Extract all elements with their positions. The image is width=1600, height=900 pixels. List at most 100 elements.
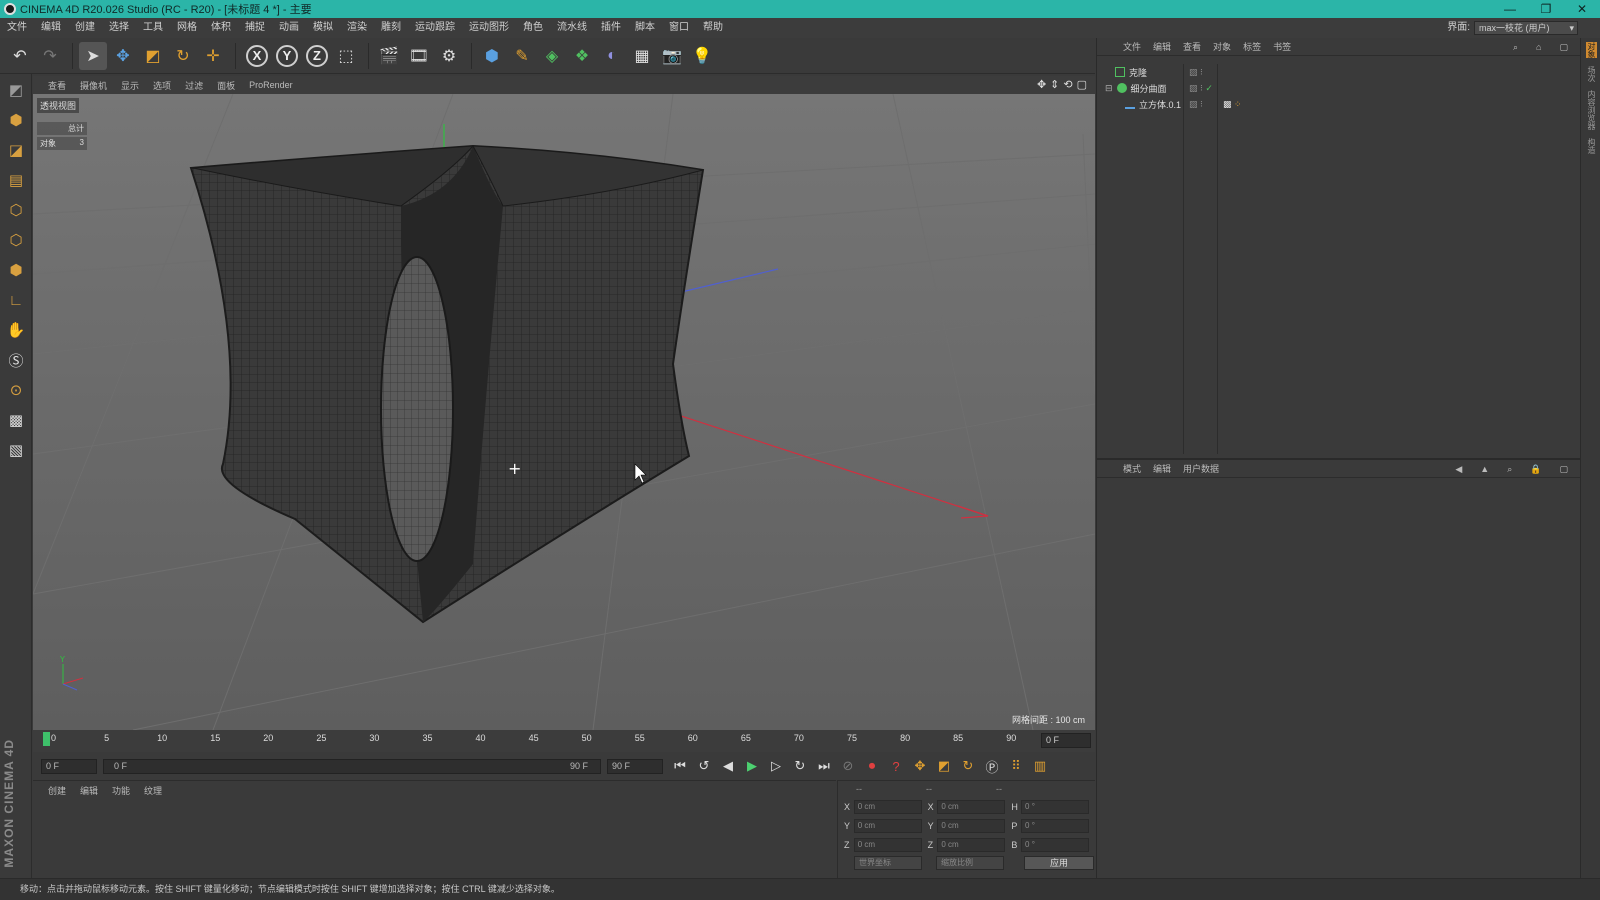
undo-icon[interactable]: ↶ bbox=[6, 42, 34, 70]
key-position-icon[interactable]: ✥ bbox=[909, 755, 931, 777]
tab-structure[interactable]: 构造 bbox=[1586, 138, 1597, 154]
preview-range-slider[interactable]: 0 F 90 F bbox=[103, 758, 601, 774]
go-to-end-icon[interactable]: ⏭ bbox=[813, 755, 835, 777]
current-frame-field[interactable]: 0 F bbox=[1041, 733, 1091, 748]
redo-icon[interactable]: ↷ bbox=[36, 42, 64, 70]
texture-mode-icon[interactable]: ◪ bbox=[2, 136, 30, 164]
floor-icon[interactable]: ▦ bbox=[628, 42, 656, 70]
tab-takes[interactable]: 场次 bbox=[1586, 66, 1597, 82]
menu-select[interactable]: 选择 bbox=[102, 18, 136, 38]
menu-motion-tracker[interactable]: 运动跟踪 bbox=[408, 18, 462, 38]
previous-frame-icon[interactable]: ◀ bbox=[717, 755, 739, 777]
maximize-button[interactable]: ❐ bbox=[1528, 0, 1564, 18]
solo-icon[interactable]: Ⓢ bbox=[2, 346, 30, 374]
minimize-button[interactable]: — bbox=[1492, 0, 1528, 18]
menu-pipeline[interactable]: 流水线 bbox=[550, 18, 594, 38]
tweak-mode-icon[interactable]: ✋ bbox=[2, 316, 30, 344]
mograph-cloner-icon[interactable]: ❖ bbox=[568, 42, 596, 70]
menu-file[interactable]: 文件 bbox=[0, 18, 34, 38]
close-button[interactable]: ✕ bbox=[1564, 0, 1600, 18]
menu-character[interactable]: 角色 bbox=[516, 18, 550, 38]
keyframe-selection-icon[interactable]: ⊘ bbox=[837, 755, 859, 777]
go-to-start-icon[interactable]: ⏮ bbox=[669, 755, 691, 777]
om-menu-view[interactable]: 查看 bbox=[1177, 40, 1207, 53]
om-menu-file[interactable]: 文件 bbox=[1117, 40, 1147, 53]
min-time-field[interactable]: 0 F bbox=[41, 758, 97, 774]
om-menu-tags[interactable]: 标签 bbox=[1237, 40, 1267, 53]
material-menu-create[interactable]: 创建 bbox=[41, 784, 73, 797]
menu-snap[interactable]: 捕捉 bbox=[238, 18, 272, 38]
timeline-window-icon[interactable]: ▥ bbox=[1029, 755, 1051, 777]
record-active-icon[interactable]: ⏺ bbox=[861, 755, 883, 777]
planar-workplane-icon[interactable]: ▧ bbox=[2, 436, 30, 464]
menu-help[interactable]: 帮助 bbox=[696, 18, 730, 38]
coordinate-space-dropdown[interactable]: 世界坐标 bbox=[854, 856, 922, 870]
viewport-menu-options[interactable]: 选项 bbox=[146, 79, 178, 92]
up-arrow-icon[interactable]: ▲ bbox=[1474, 464, 1495, 475]
key-rotation-icon[interactable]: ↻ bbox=[957, 755, 979, 777]
menu-plugins[interactable]: 插件 bbox=[594, 18, 628, 38]
size-y-field[interactable]: 0 cm bbox=[937, 818, 1006, 833]
light-icon[interactable]: 💡 bbox=[688, 42, 716, 70]
timeline-ruler[interactable]: 0 5 10 15 20 25 30 35 40 45 50 55 60 65 70 75 80 85 90 0 F bbox=[33, 730, 1095, 752]
tab-content-browser[interactable]: 内容浏览器 bbox=[1586, 90, 1597, 130]
viewport-move-icon[interactable]: ✥ bbox=[1037, 78, 1046, 91]
axis-mode-icon[interactable]: ∟ bbox=[2, 286, 30, 314]
object-row-subdivision[interactable]: ⊟ 细分曲面 ▨ ⁝ ✓ bbox=[1097, 80, 1581, 96]
object-row-cloner[interactable]: 克隆 ▨ ⁝ bbox=[1097, 64, 1581, 80]
viewport-menu-display[interactable]: 显示 bbox=[114, 79, 146, 92]
deformer-icon[interactable]: ◐ bbox=[598, 42, 626, 70]
viewport-menu-panel[interactable]: 面板 bbox=[210, 79, 242, 92]
y-axis-lock-icon[interactable]: Y bbox=[276, 44, 298, 67]
perspective-viewport[interactable]: + Y 透视视图 总计 对象 3 网格间距 : 100 cm bbox=[33, 94, 1095, 730]
subdivision-surface-icon[interactable]: ◈ bbox=[538, 42, 566, 70]
object-row-cube[interactable]: 立方体.0.1 ▨ ⁝ ▩ ⁘ bbox=[1097, 96, 1581, 112]
render-settings-icon[interactable]: ⚙ bbox=[435, 42, 463, 70]
menu-tools[interactable]: 工具 bbox=[136, 18, 170, 38]
lock-icon[interactable]: 🔒 bbox=[1524, 464, 1547, 475]
x-axis-lock-icon[interactable]: X bbox=[246, 44, 268, 67]
material-menu-texture[interactable]: 纹理 bbox=[137, 784, 169, 797]
snap-icon[interactable]: ⊙ bbox=[2, 376, 30, 404]
am-menu-user-data[interactable]: 用户数据 bbox=[1177, 462, 1225, 475]
position-y-field[interactable]: 0 cm bbox=[853, 818, 922, 833]
scale-tool-icon[interactable]: ◩ bbox=[139, 42, 167, 70]
select-arrow-icon[interactable]: ➤ bbox=[79, 41, 107, 70]
visibility-toggle-icon[interactable]: ▨ ⁝ bbox=[1189, 99, 1203, 110]
viewport-menu-view[interactable]: 查看 bbox=[41, 79, 73, 92]
menu-sculpt[interactable]: 雕刻 bbox=[374, 18, 408, 38]
camera-icon[interactable]: 📷 bbox=[658, 42, 686, 70]
next-frame-icon[interactable]: ▷ bbox=[765, 755, 787, 777]
am-menu-mode[interactable]: 模式 bbox=[1117, 462, 1147, 475]
menu-edit[interactable]: 编辑 bbox=[34, 18, 68, 38]
next-key-icon[interactable]: ↻ bbox=[789, 755, 811, 777]
locked-workplane-icon[interactable]: ▩ bbox=[2, 406, 30, 434]
am-menu-edit[interactable]: 编辑 bbox=[1147, 462, 1177, 475]
rotation-h-field[interactable]: 0 ° bbox=[1021, 799, 1090, 814]
viewport-menu-filter[interactable]: 过滤 bbox=[178, 79, 210, 92]
menu-script[interactable]: 脚本 bbox=[628, 18, 662, 38]
model-mode-icon[interactable]: ⬢ bbox=[2, 106, 30, 134]
viewport-maximize-icon[interactable]: ▢ bbox=[1077, 78, 1087, 91]
new-window-icon[interactable]: ▢ bbox=[1553, 42, 1574, 53]
polygons-mode-icon[interactable]: ⬢ bbox=[2, 256, 30, 284]
apply-button[interactable]: 应用 bbox=[1024, 856, 1094, 870]
size-x-field[interactable]: 0 cm bbox=[937, 799, 1006, 814]
menu-simulate[interactable]: 模拟 bbox=[306, 18, 340, 38]
visibility-toggle-icon[interactable]: ▨ ⁝ bbox=[1189, 67, 1203, 78]
new-window-icon[interactable]: ▢ bbox=[1553, 464, 1574, 475]
scale-mode-dropdown[interactable]: 缩放比例 bbox=[936, 856, 1004, 870]
position-x-field[interactable]: 0 cm bbox=[853, 799, 922, 814]
search-icon[interactable]: ⌕ bbox=[1507, 42, 1524, 53]
viewport-menu-prorender[interactable]: ProRender bbox=[242, 80, 300, 90]
position-z-field[interactable]: 0 cm bbox=[853, 837, 922, 852]
menu-mograph[interactable]: 运动图形 bbox=[462, 18, 516, 38]
make-editable-icon[interactable]: ◩ bbox=[2, 76, 30, 104]
material-menu-function[interactable]: 功能 bbox=[105, 784, 137, 797]
points-mode-icon[interactable]: ⬡ bbox=[2, 196, 30, 224]
coordinate-system-icon[interactable]: ⬚ bbox=[332, 42, 360, 70]
pen-spline-icon[interactable]: ✎ bbox=[508, 42, 536, 70]
render-view-icon[interactable]: 🎬 bbox=[375, 42, 403, 70]
tab-objects[interactable]: 对象 bbox=[1586, 42, 1597, 58]
viewport-rotate-icon[interactable]: ⟲ bbox=[1063, 78, 1072, 91]
